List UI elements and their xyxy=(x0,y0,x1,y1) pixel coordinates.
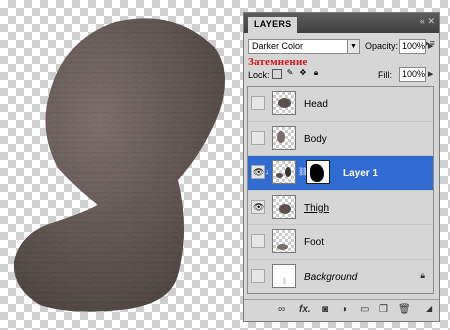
lock-image-icon[interactable]: ✎ xyxy=(285,69,295,79)
layer-thumbnail xyxy=(272,229,296,253)
lock-position-icon[interactable]: ✥ xyxy=(298,69,308,79)
layer-name[interactable]: Foot xyxy=(304,237,324,248)
lock-icon: 🔒︎ xyxy=(420,269,425,280)
trash-icon[interactable]: 🗑︎ xyxy=(398,304,411,315)
layer-row-layer-1[interactable]: 👁︎ ↓ ⛓ Layer 1 xyxy=(248,156,433,191)
opacity-slider-arrow-icon[interactable]: ▶ xyxy=(428,42,433,50)
visibility-toggle[interactable]: 👁︎ xyxy=(251,199,265,214)
resize-grip-icon[interactable]: ◢ xyxy=(426,304,432,313)
layers-list: Head Body 👁︎ ↓ ⛓ Layer 1 👁︎ Thigh Foot B… xyxy=(247,86,434,294)
visibility-toggle[interactable]: 👁︎ xyxy=(251,165,265,179)
blend-mode-value: Darker Color xyxy=(252,41,304,51)
visibility-toggle[interactable] xyxy=(251,234,265,248)
close-icon[interactable]: ✕ xyxy=(427,16,435,26)
layers-bottom-toolbar: ∞ fx. ◙ ◑ ▭ ❐ 🗑︎ ◢ xyxy=(244,299,439,321)
fill-label: Fill: xyxy=(378,70,392,80)
layer-name[interactable]: Head xyxy=(304,99,328,110)
opacity-input[interactable]: 100% xyxy=(399,39,426,54)
link-layers-icon[interactable]: ∞ xyxy=(278,304,285,315)
chevron-down-icon[interactable]: ▼ xyxy=(347,40,359,53)
eye-icon: 👁︎ xyxy=(253,201,265,212)
double-chevron-left-icon[interactable]: « xyxy=(420,16,425,26)
visibility-toggle[interactable] xyxy=(251,96,265,110)
new-layer-icon[interactable]: ❐ xyxy=(379,304,388,315)
layer-thumbnail xyxy=(272,194,296,219)
blend-mode-select[interactable]: Darker Color ▼ xyxy=(248,39,360,54)
opacity-label: Opacity: xyxy=(365,41,399,51)
layer-thumbnail xyxy=(272,263,296,288)
layer-row-head[interactable]: Head xyxy=(248,87,433,122)
layer-name[interactable]: Background xyxy=(304,272,357,283)
visibility-toggle[interactable] xyxy=(251,268,265,283)
layer-mask-thumbnail[interactable] xyxy=(306,160,330,184)
visibility-toggle[interactable] xyxy=(251,130,265,145)
fill-input[interactable]: 100% xyxy=(399,67,426,82)
layer-name[interactable]: Layer 1 xyxy=(343,168,378,179)
clipping-arrow-icon: ↓ xyxy=(265,167,269,176)
eye-icon: 👁︎ xyxy=(253,167,265,177)
lock-all-icon[interactable]: 🔒︎ xyxy=(311,69,321,79)
lock-label: Lock: xyxy=(248,70,270,80)
fx-icon[interactable]: fx. xyxy=(299,304,311,315)
layers-panel: LAYERS « ✕ ▸≡ Darker Color ▼ Opacity: 10… xyxy=(243,12,440,322)
lock-transparent-icon[interactable] xyxy=(272,69,282,79)
panel-titlebar[interactable]: LAYERS « ✕ xyxy=(244,13,439,33)
layer-name[interactable]: Thigh xyxy=(304,203,329,214)
layer-row-foot[interactable]: Foot xyxy=(248,225,433,260)
layer-thumbnail xyxy=(272,91,296,115)
layer-row-thigh[interactable]: 👁︎ Thigh xyxy=(248,190,433,225)
new-group-icon[interactable]: ▭ xyxy=(360,304,369,315)
add-mask-icon[interactable]: ◙ xyxy=(322,304,328,315)
layer-thumbnail xyxy=(272,125,296,150)
layer-row-body[interactable]: Body xyxy=(248,121,433,156)
layer-row-background[interactable]: Background 🔒︎ xyxy=(248,259,433,293)
layer-name[interactable]: Body xyxy=(304,134,327,145)
fill-slider-arrow-icon[interactable]: ▶ xyxy=(428,70,433,78)
layers-tab[interactable]: LAYERS xyxy=(248,17,298,33)
layer-thumbnail xyxy=(272,160,296,184)
adjustment-layer-icon[interactable]: ◑ xyxy=(341,304,347,315)
